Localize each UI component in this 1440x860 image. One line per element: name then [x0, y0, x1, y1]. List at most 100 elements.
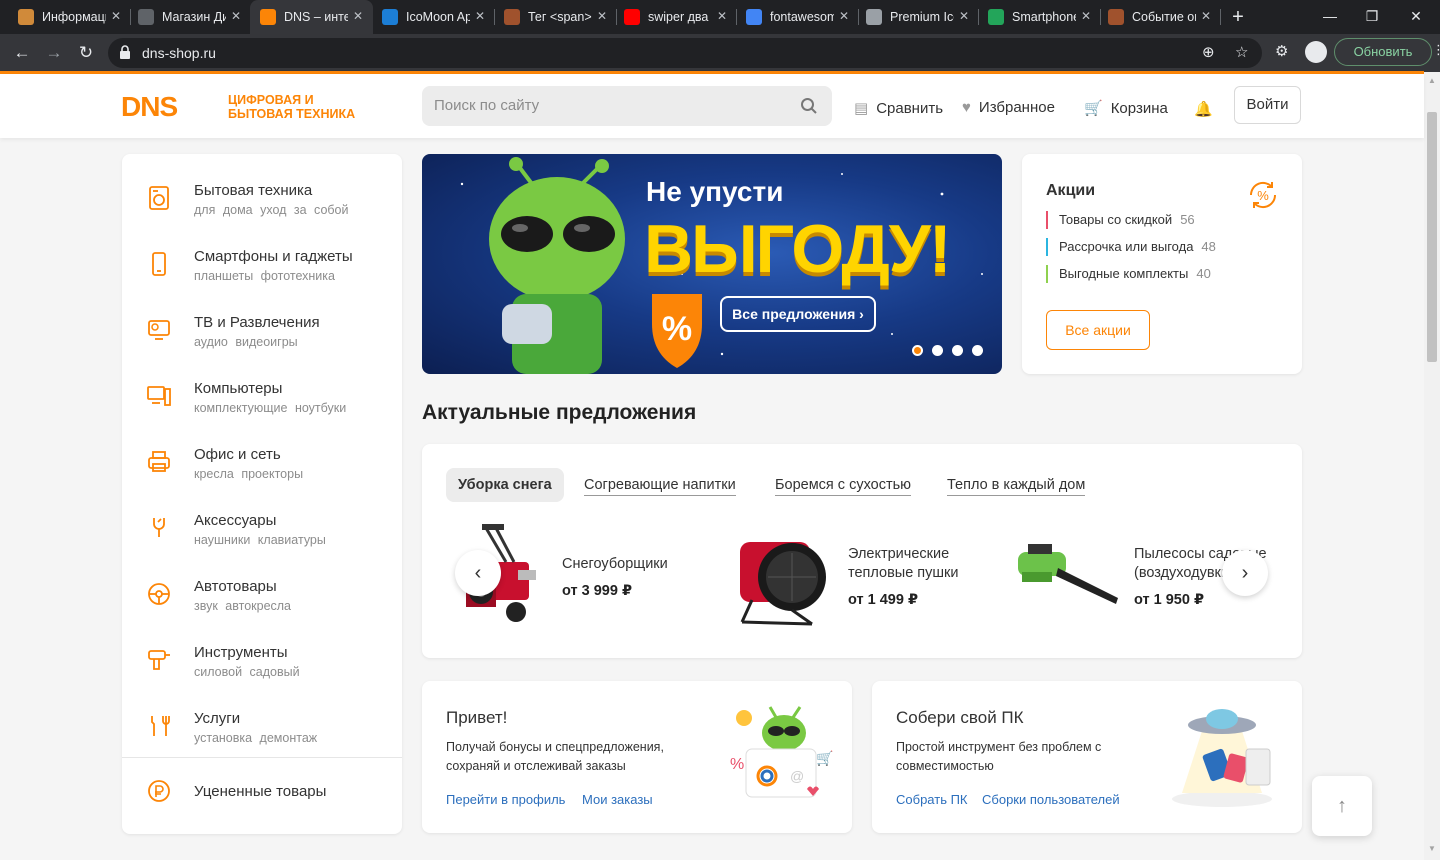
all-offers-label: Все предложения: [732, 306, 856, 322]
promo-banner[interactable]: % Не упусти ВЫГОДУ! Все предложения ›: [422, 154, 1002, 374]
dns-logo[interactable]: DNS ЦИФРОВАЯ И БЫТОВАЯ ТЕХНИКА: [121, 93, 355, 122]
browser-tab[interactable]: DNS – интернет ✕: [250, 0, 373, 34]
profile-link[interactable]: Перейти в профиль: [446, 792, 565, 807]
minimize-button[interactable]: —: [1310, 4, 1350, 28]
product-price: от 1 499 ₽: [848, 592, 919, 608]
back-button[interactable]: ←: [10, 42, 34, 64]
banner-dot[interactable]: [972, 345, 983, 356]
forward-button[interactable]: →: [42, 42, 66, 64]
catalog-item[interactable]: Смартфоны и гаджеты планшеты фототехника: [122, 238, 402, 304]
promotion-count: 40: [1196, 266, 1211, 281]
login-button[interactable]: Войти: [1234, 86, 1301, 124]
catalog-item[interactable]: Бытовая техника для дома уход за собой: [122, 172, 402, 238]
offers-tab[interactable]: Уборка снега: [446, 468, 564, 502]
catalog-item[interactable]: Аксессуары наушники клавиатуры: [122, 502, 402, 568]
tab-close-icon[interactable]: ✕: [1081, 9, 1091, 23]
banner-dot[interactable]: [912, 345, 923, 356]
ufo-pc-illustration: [1172, 709, 1272, 807]
tab-close-icon[interactable]: ✕: [353, 9, 363, 23]
promotion-link[interactable]: Рассрочка или выгода 48: [1046, 238, 1216, 256]
product-name-line2: (воздуходувки): [1134, 565, 1234, 581]
steering-wheel-icon: [148, 583, 170, 605]
browser-tab[interactable]: Тег <span> ✕: [494, 0, 617, 34]
tab-close-icon[interactable]: ✕: [231, 9, 241, 23]
catalog-item-title: Офис и сеть: [194, 446, 281, 463]
offers-tab[interactable]: Тепло в каждый дом: [947, 468, 1086, 502]
tab-close-icon[interactable]: ✕: [475, 9, 485, 23]
tab-close-icon[interactable]: ✕: [717, 9, 727, 23]
build-pc-link[interactable]: Собрать ПК: [896, 792, 968, 807]
catalog-item-subcategories: планшеты фототехника: [194, 269, 335, 283]
promotion-link[interactable]: Товары со скидкой 56: [1046, 211, 1195, 229]
browser-tab[interactable]: Smartphone ✕: [978, 0, 1101, 34]
tab-close-icon[interactable]: ✕: [597, 9, 607, 23]
browser-menu-icon[interactable]: ⋮: [1432, 42, 1440, 58]
heat-gun-image: [740, 542, 826, 626]
favorites-label: Избранное: [978, 99, 1055, 116]
browser-tab[interactable]: Событие onclick ✕: [1098, 0, 1221, 34]
catalog-item[interactable]: Компьютеры комплектующие ноутбуки: [122, 370, 402, 436]
add-search-icon[interactable]: ⊕: [1202, 43, 1215, 61]
offers-tab[interactable]: Согревающие напитки: [584, 468, 736, 502]
carousel-prev-button[interactable]: ‹: [455, 550, 501, 596]
my-orders-link[interactable]: Мои заказы: [582, 792, 653, 807]
browser-tab[interactable]: IcoMoon App ✕: [372, 0, 495, 34]
banner-dot[interactable]: [932, 345, 943, 356]
favorites-link[interactable]: ♥ Избранное: [962, 99, 1055, 116]
catalog-item-subcategories: аудио видеоигры: [194, 335, 298, 349]
maximize-button[interactable]: ❐: [1352, 4, 1392, 28]
close-window-button[interactable]: ✕: [1396, 4, 1436, 28]
tab-favicon-icon: [866, 9, 882, 25]
browser-tab[interactable]: Магазин Дизайн ✕: [128, 0, 251, 34]
cart-link[interactable]: 🛒 Корзина: [1084, 99, 1168, 118]
scroll-down-arrow-icon[interactable]: ▼: [1428, 844, 1436, 853]
tab-close-icon[interactable]: ✕: [111, 9, 121, 23]
banner-dot[interactable]: [952, 345, 963, 356]
catalog-item[interactable]: Офис и сеть кресла проекторы: [122, 436, 402, 502]
new-tab-button[interactable]: +: [1226, 6, 1250, 28]
catalog-item[interactable]: Автотовары звук автокресла: [122, 568, 402, 634]
catalog-item[interactable]: Уцененные товары: [122, 765, 402, 831]
promotion-label: Рассрочка или выгода: [1059, 239, 1194, 254]
smartphone-icon: [152, 252, 166, 276]
catalog-item-subcategories: для дома уход за собой: [194, 203, 349, 217]
carousel-next-button[interactable]: ›: [1222, 550, 1268, 596]
scroll-to-top-button[interactable]: ↑: [1312, 776, 1372, 836]
drill-icon: [148, 650, 170, 670]
scrollbar-thumb[interactable]: [1427, 112, 1437, 362]
product-price: от 1 950 ₽: [1134, 592, 1205, 608]
update-browser-button[interactable]: Обновить: [1334, 38, 1432, 66]
address-bar[interactable]: dns-shop.ru ⊕ ☆: [108, 38, 1262, 68]
extensions-icon[interactable]: ⚙: [1275, 42, 1288, 60]
user-builds-link[interactable]: Сборки пользователей: [982, 792, 1120, 807]
scroll-up-arrow-icon[interactable]: ▲: [1428, 76, 1436, 85]
compare-link[interactable]: ▤ Сравнить: [854, 99, 943, 118]
bell-icon[interactable]: 🔔: [1194, 100, 1213, 118]
alien-profile-illustration: % @ 🛒: [730, 706, 833, 798]
catalog-item[interactable]: ТВ и Развлечения аудио видеоигры: [122, 304, 402, 370]
reload-button[interactable]: ↻: [74, 42, 98, 64]
browser-tab[interactable]: swiper два ✕: [614, 0, 737, 34]
profile-avatar[interactable]: [1305, 41, 1327, 63]
catalog-item-title: Смартфоны и гаджеты: [194, 248, 353, 265]
search-input[interactable]: Поиск по сайту: [422, 86, 832, 126]
browser-tab[interactable]: Информационный ✕: [8, 0, 131, 34]
page-scrollbar[interactable]: ▲ ▼: [1424, 72, 1440, 860]
catalog-item-subcategories: силовой садовый: [194, 665, 300, 679]
logo-tagline: ЦИФРОВАЯ И БЫТОВАЯ ТЕХНИКА: [228, 93, 355, 121]
all-promotions-button[interactable]: Все акции: [1046, 310, 1150, 350]
catalog-item[interactable]: Инструменты силовой садовый: [122, 634, 402, 700]
browser-tab[interactable]: Premium Icons ✕: [856, 0, 979, 34]
bookmark-star-icon[interactable]: ☆: [1235, 43, 1248, 61]
tab-close-icon[interactable]: ✕: [839, 9, 849, 23]
browser-tab[interactable]: fontawesome ✕: [736, 0, 859, 34]
tab-favicon-icon: [138, 9, 154, 25]
all-offers-button[interactable]: Все предложения ›: [720, 296, 876, 332]
promotion-link[interactable]: Выгодные комплекты 40: [1046, 265, 1211, 283]
tab-close-icon[interactable]: ✕: [959, 9, 969, 23]
search-icon[interactable]: [800, 97, 818, 115]
tab-close-icon[interactable]: ✕: [1201, 9, 1211, 23]
product-heat-guns[interactable]: Электрические тепловые пушки от 1 499 ₽: [732, 522, 992, 632]
promotions-panel: Акции % Товары со скидкой 56 Рассрочка или…: [1022, 154, 1302, 374]
offers-tab[interactable]: Боремся с сухостью: [775, 468, 912, 502]
